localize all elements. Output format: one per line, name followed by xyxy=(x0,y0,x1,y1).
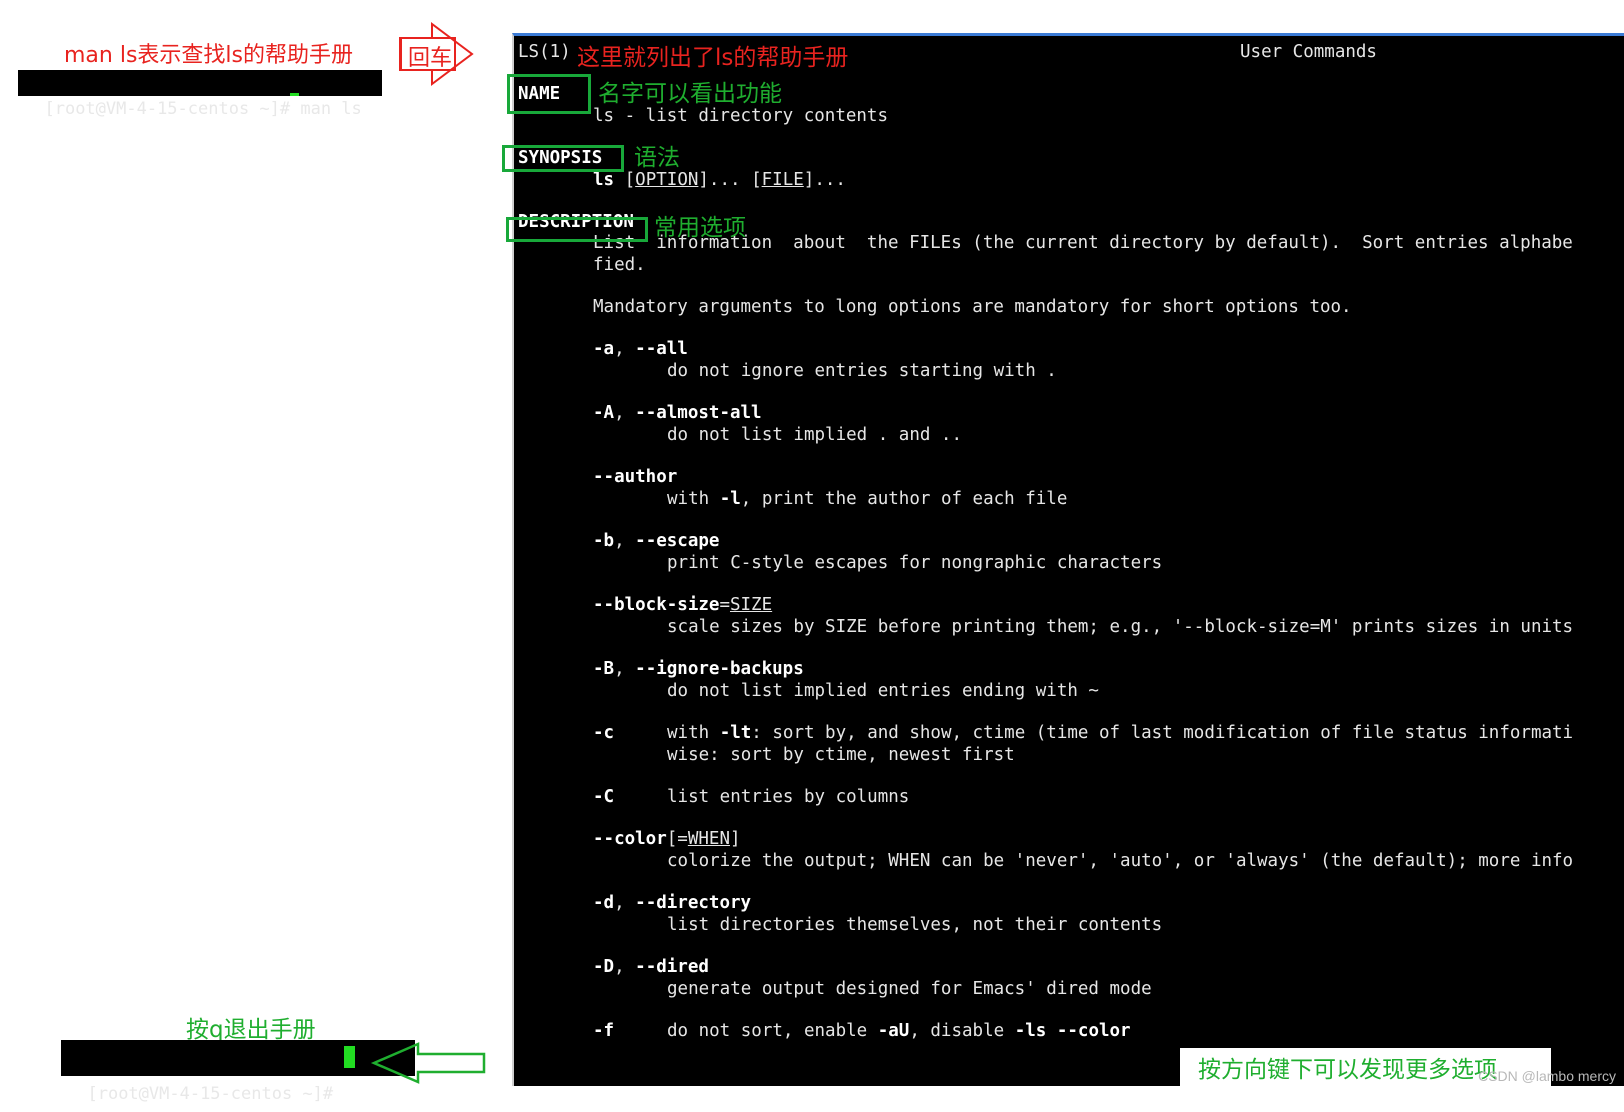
manual-listed-annotation: 这里就列出了ls的帮助手册 xyxy=(577,45,849,71)
opt-author-d1: with xyxy=(667,489,720,509)
opt-bs-long: --block-size xyxy=(593,595,720,615)
description-heading-highlight xyxy=(506,217,648,242)
opt-B-short: -B xyxy=(593,659,615,679)
syn-open1: [ xyxy=(624,170,636,190)
name-heading-highlight xyxy=(507,74,591,114)
opt-b-sep: , xyxy=(614,531,636,551)
syn-close1: ]... xyxy=(698,170,752,190)
option-color-desc: colorize the output; WHEN can be 'never'… xyxy=(667,851,1574,871)
opt-f-d4: -ls --color xyxy=(1014,1021,1131,1041)
name-annotation: 名字可以看出功能 xyxy=(598,81,782,107)
opt-color-long: --color xyxy=(593,829,667,849)
man-header-left: LS(1) xyxy=(518,42,571,62)
option-author-desc: with -l, print the author of each file xyxy=(667,488,1067,510)
man-page-terminal[interactable]: LS(1) User Commands NAME ls - list direc… xyxy=(512,33,1624,1086)
option-A: -A, --almost-all xyxy=(593,402,762,424)
synopsis-line: ls [OPTION]... [FILE]... xyxy=(593,169,846,191)
syn-option: OPTION xyxy=(635,170,699,190)
opt-bs-arg: SIZE xyxy=(729,595,773,615)
opt-A-sep: , xyxy=(614,403,636,423)
left-arrow-icon xyxy=(370,1042,486,1084)
opt-c-d3: : sort by, and show, ctime (time of last… xyxy=(751,723,1574,743)
option-D-desc: generate output designed for Emacs' dire… xyxy=(667,979,1152,999)
description-annotation: 常用选项 xyxy=(654,215,746,241)
option-c: -c xyxy=(593,723,615,743)
right-arrow-icon xyxy=(399,22,474,86)
option-d-desc: list directories themselves, not their c… xyxy=(667,915,1163,935)
opt-B-sep: , xyxy=(614,659,636,679)
csdn-watermark: CSDN @lambo mercy xyxy=(1478,1068,1616,1084)
option-B: -B, --ignore-backups xyxy=(593,658,804,680)
option-f-desc: do not sort, enable -aU, disable -ls --c… xyxy=(667,1020,1131,1042)
man-header-right: User Commands xyxy=(1240,42,1377,62)
synopsis-annotation: 语法 xyxy=(634,145,680,171)
syn-cmd: ls xyxy=(593,170,615,190)
opt-a-sep: , xyxy=(614,339,636,359)
option-c-desc: with -lt: sort by, and show, ctime (time… xyxy=(667,722,1573,744)
opt-f-d1: do not sort, enable xyxy=(667,1021,878,1041)
opt-bs-eq: = xyxy=(719,595,730,615)
scroll-annotation: 按方向键下可以发现更多选项 xyxy=(1198,1057,1497,1083)
opt-f-d3: , disable xyxy=(909,1021,1015,1041)
option-C: -C xyxy=(593,787,615,807)
option-author: --author xyxy=(593,467,678,487)
option-a: -a, --all xyxy=(593,338,688,360)
syn-sp xyxy=(614,170,625,190)
opt-A-long: --almost-all xyxy=(635,403,762,423)
quit-annotation: 按q退出手册 xyxy=(186,1017,316,1043)
opt-color-arg: WHEN xyxy=(687,829,730,849)
bottom-command-prompt: [root@VM-4-15-centos ~]# xyxy=(61,1040,415,1104)
synopsis-heading-highlight xyxy=(502,145,624,172)
opt-d-sep: , xyxy=(614,893,636,913)
opt-A-short: -A xyxy=(593,403,615,423)
opt-d-short: -d xyxy=(593,893,615,913)
desc-line-2: fied. xyxy=(593,255,646,275)
bottom-prompt-text: [root@VM-4-15-centos ~]# xyxy=(87,1084,344,1104)
option-C-desc: list entries by columns xyxy=(667,787,910,807)
opt-B-long: --ignore-backups xyxy=(635,659,804,679)
desc-line-3: Mandatory arguments to long options are … xyxy=(593,297,1352,317)
option-b: -b, --escape xyxy=(593,530,719,552)
opt-D-short: -D xyxy=(593,957,615,977)
opt-a-short: -a xyxy=(593,339,615,359)
opt-a-long: --all xyxy=(635,339,688,359)
option-color: --color[=WHEN] xyxy=(593,828,741,850)
option-b-desc: print C-style escapes for nongraphic cha… xyxy=(667,553,1163,573)
top-command-prompt: [root@VM-4-15-centos ~]# man ls xyxy=(18,70,382,119)
option-D: -D, --dired xyxy=(593,956,709,978)
terminal-cursor xyxy=(344,1046,355,1068)
opt-D-sep: , xyxy=(614,957,636,977)
option-block-size-desc: scale sizes by SIZE before printing them… xyxy=(667,617,1574,637)
opt-color-open: [= xyxy=(666,829,688,849)
option-B-desc: do not list implied entries ending with … xyxy=(667,681,1099,701)
opt-c-d1: with xyxy=(667,723,720,743)
opt-author-d3: , print the author of each file xyxy=(740,489,1068,509)
option-d: -d, --directory xyxy=(593,892,751,914)
opt-color-close: ] xyxy=(730,829,741,849)
syn-file: FILE xyxy=(761,170,804,190)
opt-c-d2: -lt xyxy=(719,723,752,743)
prompt-text: [root@VM-4-15-centos ~]# xyxy=(44,99,301,119)
option-block-size: --block-size=SIZE xyxy=(593,594,772,616)
opt-D-long: --dired xyxy=(635,957,709,977)
opt-d-long: --directory xyxy=(635,893,752,913)
man-command-annotation: man ls表示查找ls的帮助手册 xyxy=(64,43,353,68)
option-c-desc-2: wise: sort by ctime, newest first xyxy=(667,745,1015,765)
cursor-underline xyxy=(290,93,299,96)
option-f: -f xyxy=(593,1021,615,1041)
opt-author-d2: -l xyxy=(719,489,741,509)
syn-open2: [ xyxy=(751,170,762,190)
option-A-desc: do not list implied . and .. xyxy=(667,425,963,445)
command-text: man ls xyxy=(300,99,362,119)
name-line: ls - list directory contents xyxy=(593,106,889,126)
opt-f-d2: -aU xyxy=(877,1021,910,1041)
syn-close2: ]... xyxy=(803,170,846,190)
opt-b-short: -b xyxy=(593,531,615,551)
opt-b-long: --escape xyxy=(635,531,720,551)
option-a-desc: do not ignore entries starting with . xyxy=(667,361,1057,381)
